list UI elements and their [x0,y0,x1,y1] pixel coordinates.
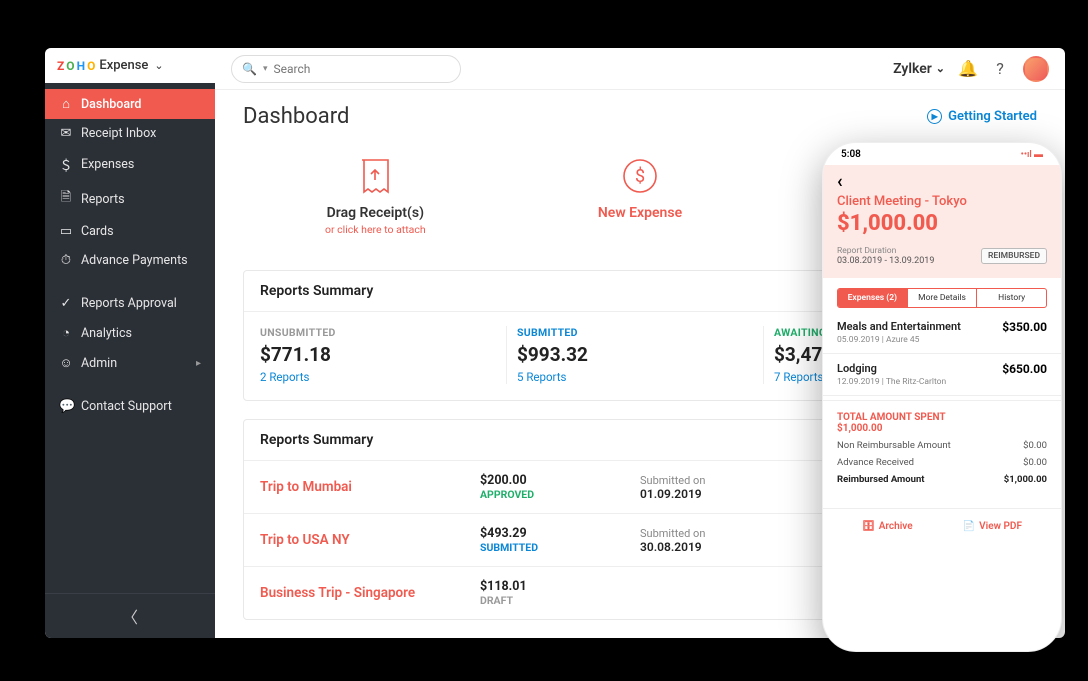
help-icon: ? [996,59,1004,78]
bell-icon: 🔔 [958,59,978,78]
chevron-right-icon: ▸ [196,358,201,369]
admin-icon: ☺ [59,355,73,371]
phone-statusbar: 5:08 ••ıl ▬ [823,143,1061,165]
report-date: 01.09.2019 [640,487,790,501]
tab-more-details[interactable]: More Details [908,289,978,307]
archive-button[interactable]: 🗄Archive [862,521,913,532]
expense-icon: $ [619,155,661,197]
summary-unsubmitted: UNSUBMITTED $771.18 2 Reports [260,326,507,384]
phone-time: 5:08 [841,149,861,160]
brand-switcher[interactable]: ZOHO Expense ⌄ [45,48,215,83]
sidebar-item-reports-approval[interactable]: ✓Reports Approval [45,289,215,318]
phone-tabs: Expenses (2) More Details History [837,288,1047,308]
expense-name: Lodging [837,362,946,375]
report-name[interactable]: Trip to Mumbai [260,479,470,495]
tab-expenses[interactable]: Expenses (2) [838,289,908,307]
sidebar: ZOHO Expense ⌄ ⌂Dashboard ✉Receipt Inbox… [45,48,215,638]
advance-icon: ⏱ [59,253,73,268]
expense-amount: $650.00 [1002,362,1047,376]
drag-receipt-action[interactable]: Drag Receipt(s) or click here to attach [243,147,508,244]
report-name[interactable]: Business Trip - Singapore [260,585,470,601]
getting-started-link[interactable]: ▶Getting Started [927,109,1037,124]
view-pdf-button[interactable]: 📄View PDF [963,521,1022,532]
analytics-icon: ◔ [59,325,73,341]
chevron-down-icon: ⌄ [154,59,163,72]
unsubmitted-reports-link[interactable]: 2 Reports [260,370,494,384]
expense-item[interactable]: Meals and Entertainment 05.09.2019 | Azur… [823,312,1061,354]
report-amount: $118.01 [480,579,630,594]
sidebar-item-expenses[interactable]: ＄Expenses [45,148,215,181]
play-icon: ▶ [927,109,942,124]
subheader: Dashboard ▶Getting Started [215,90,1065,137]
phone-mock: 5:08 ••ıl ▬ ‹ Client Meeting - Tokyo $1,… [822,142,1062,652]
chat-icon: 💬 [59,399,73,414]
home-icon: ⌂ [59,96,73,112]
sidebar-item-receipt-inbox[interactable]: ✉Receipt Inbox [45,119,215,148]
topbar: 🔍▾ Zylker⌄ 🔔 ? [215,48,1065,90]
new-expense-action[interactable]: $ New Expense [508,147,773,244]
phone-actions: 🗄Archive 📄View PDF [823,508,1061,544]
sidebar-item-admin[interactable]: ☺Admin▸ [45,348,215,378]
report-status: APPROVED [480,488,630,501]
expense-amount: $350.00 [1002,320,1047,334]
expense-sub: 05.09.2019 | Azure 45 [837,335,961,345]
sidebar-collapse-button[interactable]: 〈 [45,593,215,638]
svg-text:$: $ [635,166,645,187]
sidebar-item-contact-support[interactable]: 💬Contact Support [45,392,215,421]
avatar[interactable] [1023,56,1049,82]
dollar-icon: ＄ [59,155,73,174]
chevron-down-icon: ▾ [263,64,268,74]
report-date: 30.08.2019 [640,540,790,554]
phone-report-title: Client Meeting - Tokyo [837,194,1047,209]
brand-product: Expense [99,58,148,73]
search-field[interactable] [273,62,450,76]
org-switcher[interactable]: Zylker⌄ [893,61,945,77]
search-input[interactable]: 🔍▾ [231,55,461,83]
status-badge: REIMBURSED [981,248,1047,264]
signal-icon: ••ıl ▬ [1021,149,1043,160]
phone-totals: TOTAL AMOUNT SPENT$1,000.00 Non Reimburs… [823,400,1061,496]
expense-name: Meals and Entertainment [837,320,961,333]
report-sub-label: Submitted on [640,527,790,540]
notifications-button[interactable]: 🔔 [959,60,977,78]
phone-duration: Report Duration03.08.2019 - 13.09.2019 [837,246,934,266]
report-sub-label: Submitted on [640,474,790,487]
sidebar-item-analytics[interactable]: ◔Analytics [45,318,215,348]
report-status: DRAFT [480,594,630,607]
sidebar-nav: ⌂Dashboard ✉Receipt Inbox ＄Expenses 🗎Rep… [45,83,215,427]
report-status: SUBMITTED [480,541,630,554]
inbox-icon: ✉ [59,126,73,141]
report-name[interactable]: Trip to USA NY [260,532,470,548]
summary-submitted: SUBMITTED $993.32 5 Reports [517,326,764,384]
card-icon: ▭ [59,224,73,239]
sidebar-item-reports[interactable]: 🗎Reports [45,181,215,217]
sidebar-item-advance-payments[interactable]: ⏱Advance Payments [45,246,215,275]
help-button[interactable]: ? [991,60,1009,78]
report-amount: $200.00 [480,473,630,488]
tab-history[interactable]: History [977,289,1046,307]
back-button[interactable]: ‹ [837,171,1047,192]
sidebar-item-dashboard[interactable]: ⌂Dashboard [45,89,215,119]
submitted-reports-link[interactable]: 5 Reports [517,370,751,384]
search-icon: 🔍 [242,62,257,76]
receipt-upload-icon [354,155,396,197]
archive-icon: 🗄 [862,521,875,532]
phone-report-amount: $1,000.00 [837,211,1047,236]
expense-item[interactable]: Lodging 12.09.2019 | The Ritz-Carlton $650… [823,354,1061,396]
sidebar-item-cards[interactable]: ▭Cards [45,217,215,246]
phone-header: ‹ Client Meeting - Tokyo $1,000.00 Repor… [823,165,1061,278]
document-icon: 🗎 [59,188,73,210]
pdf-icon: 📄 [963,521,975,532]
page-title: Dashboard [243,104,349,129]
approval-icon: ✓ [59,296,73,311]
expense-sub: 12.09.2019 | The Ritz-Carlton [837,377,946,387]
report-amount: $493.29 [480,526,630,541]
chevron-down-icon: ⌄ [936,62,945,75]
